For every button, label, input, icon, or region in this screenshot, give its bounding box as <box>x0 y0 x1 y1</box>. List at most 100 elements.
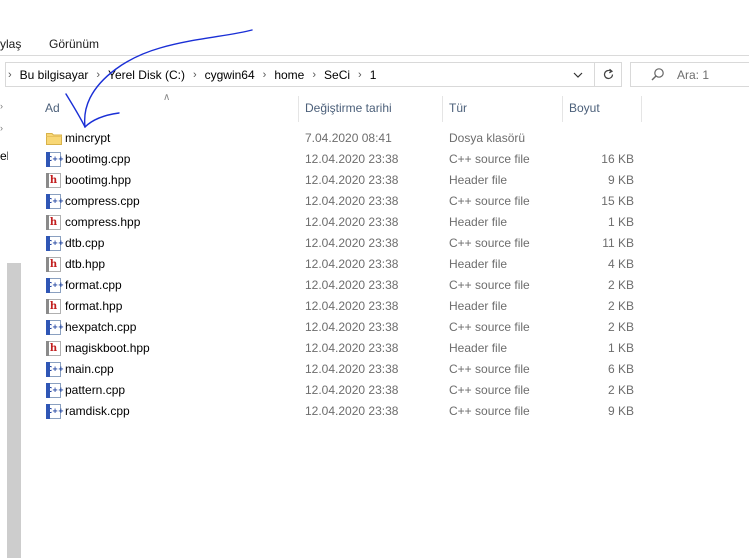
file-type: Header file <box>449 299 508 313</box>
file-row[interactable]: C++ format.cpp 12.04.2020 23:38 C++ sour… <box>40 275 640 296</box>
file-row[interactable]: C++ dtb.cpp 12.04.2020 23:38 C++ source … <box>40 233 640 254</box>
file-row[interactable]: C++ compress.cpp 12.04.2020 23:38 C++ so… <box>40 191 640 212</box>
file-name: main.cpp <box>65 362 114 376</box>
file-type: Header file <box>449 173 508 187</box>
cpp-file-icon: C++ <box>46 194 64 209</box>
breadcrumb-this-pc[interactable]: Bu bilgisayar <box>20 68 89 82</box>
breadcrumb-cygwin64[interactable]: cygwin64 <box>205 68 255 82</box>
file-date: 12.04.2020 23:38 <box>305 278 399 292</box>
nav-item-local-disk[interactable]: el <box>0 149 8 163</box>
search-icon[interactable] <box>651 67 665 84</box>
search-box[interactable]: Ara: 1 <box>630 62 749 87</box>
header-file-icon: h <box>46 299 61 314</box>
file-size: 11 KB <box>602 236 634 250</box>
file-row[interactable]: C++ bootimg.cpp 12.04.2020 23:38 C++ sou… <box>40 149 640 170</box>
chevron-right-icon[interactable]: › <box>358 69 362 81</box>
file-date: 12.04.2020 23:38 <box>305 320 399 334</box>
file-date: 12.04.2020 23:38 <box>305 152 399 166</box>
file-type: Header file <box>449 341 508 355</box>
file-name: format.hpp <box>65 299 123 313</box>
nav-scrollbar[interactable] <box>7 263 21 558</box>
file-name: dtb.hpp <box>65 257 106 271</box>
chevron-right-icon[interactable]: › <box>96 69 100 81</box>
refresh-icon[interactable] <box>594 63 621 86</box>
file-type: C++ source file <box>449 194 530 208</box>
file-row[interactable]: h dtb.hpp 12.04.2020 23:38 Header file 4… <box>40 254 640 275</box>
breadcrumb-local-disk[interactable]: Yerel Disk (C:) <box>108 68 185 82</box>
file-type: C++ source file <box>449 404 530 418</box>
file-row[interactable]: h compress.hpp 12.04.2020 23:38 Header f… <box>40 212 640 233</box>
file-size: 2 KB <box>607 320 634 334</box>
cpp-file-icon: C++ <box>46 320 64 335</box>
file-date: 12.04.2020 23:38 <box>305 194 399 208</box>
file-size: 4 KB <box>607 257 634 271</box>
file-date: 12.04.2020 23:38 <box>305 215 399 229</box>
file-date: 12.04.2020 23:38 <box>305 341 399 355</box>
file-name: dtb.cpp <box>65 236 105 250</box>
file-row[interactable]: C++ ramdisk.cpp 12.04.2020 23:38 C++ sou… <box>40 401 640 422</box>
breadcrumb-home[interactable]: home <box>274 68 304 82</box>
file-size: 16 KB <box>601 152 634 166</box>
file-date: 12.04.2020 23:38 <box>305 299 399 313</box>
file-row[interactable]: C++ main.cpp 12.04.2020 23:38 C++ source… <box>40 359 640 380</box>
file-row[interactable]: h magiskboot.hpp 12.04.2020 23:38 Header… <box>40 338 640 359</box>
file-type: C++ source file <box>449 236 530 250</box>
file-type: C++ source file <box>449 383 530 397</box>
file-name: compress.hpp <box>65 215 141 229</box>
file-size: 2 KB <box>607 278 634 292</box>
file-row[interactable]: mincrypt 7.04.2020 08:41 Dosya klasörü <box>40 128 640 149</box>
file-name: format.cpp <box>65 278 122 292</box>
file-type: Header file <box>449 215 508 229</box>
column-divider[interactable] <box>641 96 642 122</box>
file-size: 6 KB <box>607 362 634 376</box>
navigation-pane: › › el <box>0 93 22 558</box>
file-size: 15 KB <box>601 194 634 208</box>
file-row[interactable]: C++ hexpatch.cpp 12.04.2020 23:38 C++ so… <box>40 317 640 338</box>
file-size: 2 KB <box>607 383 634 397</box>
sort-ascending-icon: ∧ <box>163 92 171 103</box>
column-divider[interactable] <box>562 96 563 122</box>
column-divider[interactable] <box>298 96 299 122</box>
file-date: 12.04.2020 23:38 <box>305 173 399 187</box>
chevron-right-icon[interactable]: › <box>8 69 12 81</box>
file-row[interactable]: h bootimg.hpp 12.04.2020 23:38 Header fi… <box>40 170 640 191</box>
file-date: 12.04.2020 23:38 <box>305 383 399 397</box>
column-divider[interactable] <box>442 96 443 122</box>
header-file-icon: h <box>46 173 61 188</box>
column-header-name[interactable]: Ad <box>45 96 60 120</box>
file-name: compress.cpp <box>65 194 140 208</box>
column-header-date[interactable]: Değiştirme tarihi <box>305 96 392 120</box>
breadcrumb-seci[interactable]: SeCi <box>324 68 350 82</box>
file-name: bootimg.hpp <box>65 173 132 187</box>
header-file-icon: h <box>46 215 61 230</box>
arrowhead-stroke <box>65 93 120 129</box>
address-bar[interactable]: › Bu bilgisayar › Yerel Disk (C:) › cygw… <box>5 62 622 87</box>
column-header-size[interactable]: Boyut <box>569 96 600 120</box>
chevron-right-icon[interactable]: › <box>0 101 3 111</box>
file-date: 12.04.2020 23:38 <box>305 236 399 250</box>
chevron-right-icon[interactable]: › <box>263 69 267 81</box>
file-type: C++ source file <box>449 362 530 376</box>
search-input[interactable]: Ara: 1 <box>677 68 709 82</box>
file-row[interactable]: h format.hpp 12.04.2020 23:38 Header fil… <box>40 296 640 317</box>
file-type: C++ source file <box>449 320 530 334</box>
column-header-type[interactable]: Tür <box>449 96 467 120</box>
chevron-right-icon[interactable]: › <box>312 69 316 81</box>
ribbon-tab-view[interactable]: Görünüm <box>49 37 99 51</box>
ribbon: ylaş Görünüm <box>0 0 749 56</box>
chevron-down-icon[interactable] <box>567 63 589 86</box>
file-row[interactable]: C++ pattern.cpp 12.04.2020 23:38 C++ sou… <box>40 380 640 401</box>
file-date: 12.04.2020 23:38 <box>305 404 399 418</box>
ribbon-tab-share[interactable]: ylaş <box>0 37 21 51</box>
file-size: 1 KB <box>607 341 634 355</box>
header-file-icon: h <box>46 341 61 356</box>
file-type: C++ source file <box>449 278 530 292</box>
file-name: bootimg.cpp <box>65 152 131 166</box>
file-name: pattern.cpp <box>65 383 126 397</box>
chevron-right-icon[interactable]: › <box>0 123 3 133</box>
header-file-icon: h <box>46 257 61 272</box>
cpp-file-icon: C++ <box>46 362 64 377</box>
file-date: 7.04.2020 08:41 <box>305 131 392 145</box>
breadcrumb-1[interactable]: 1 <box>370 68 377 82</box>
chevron-right-icon[interactable]: › <box>193 69 197 81</box>
